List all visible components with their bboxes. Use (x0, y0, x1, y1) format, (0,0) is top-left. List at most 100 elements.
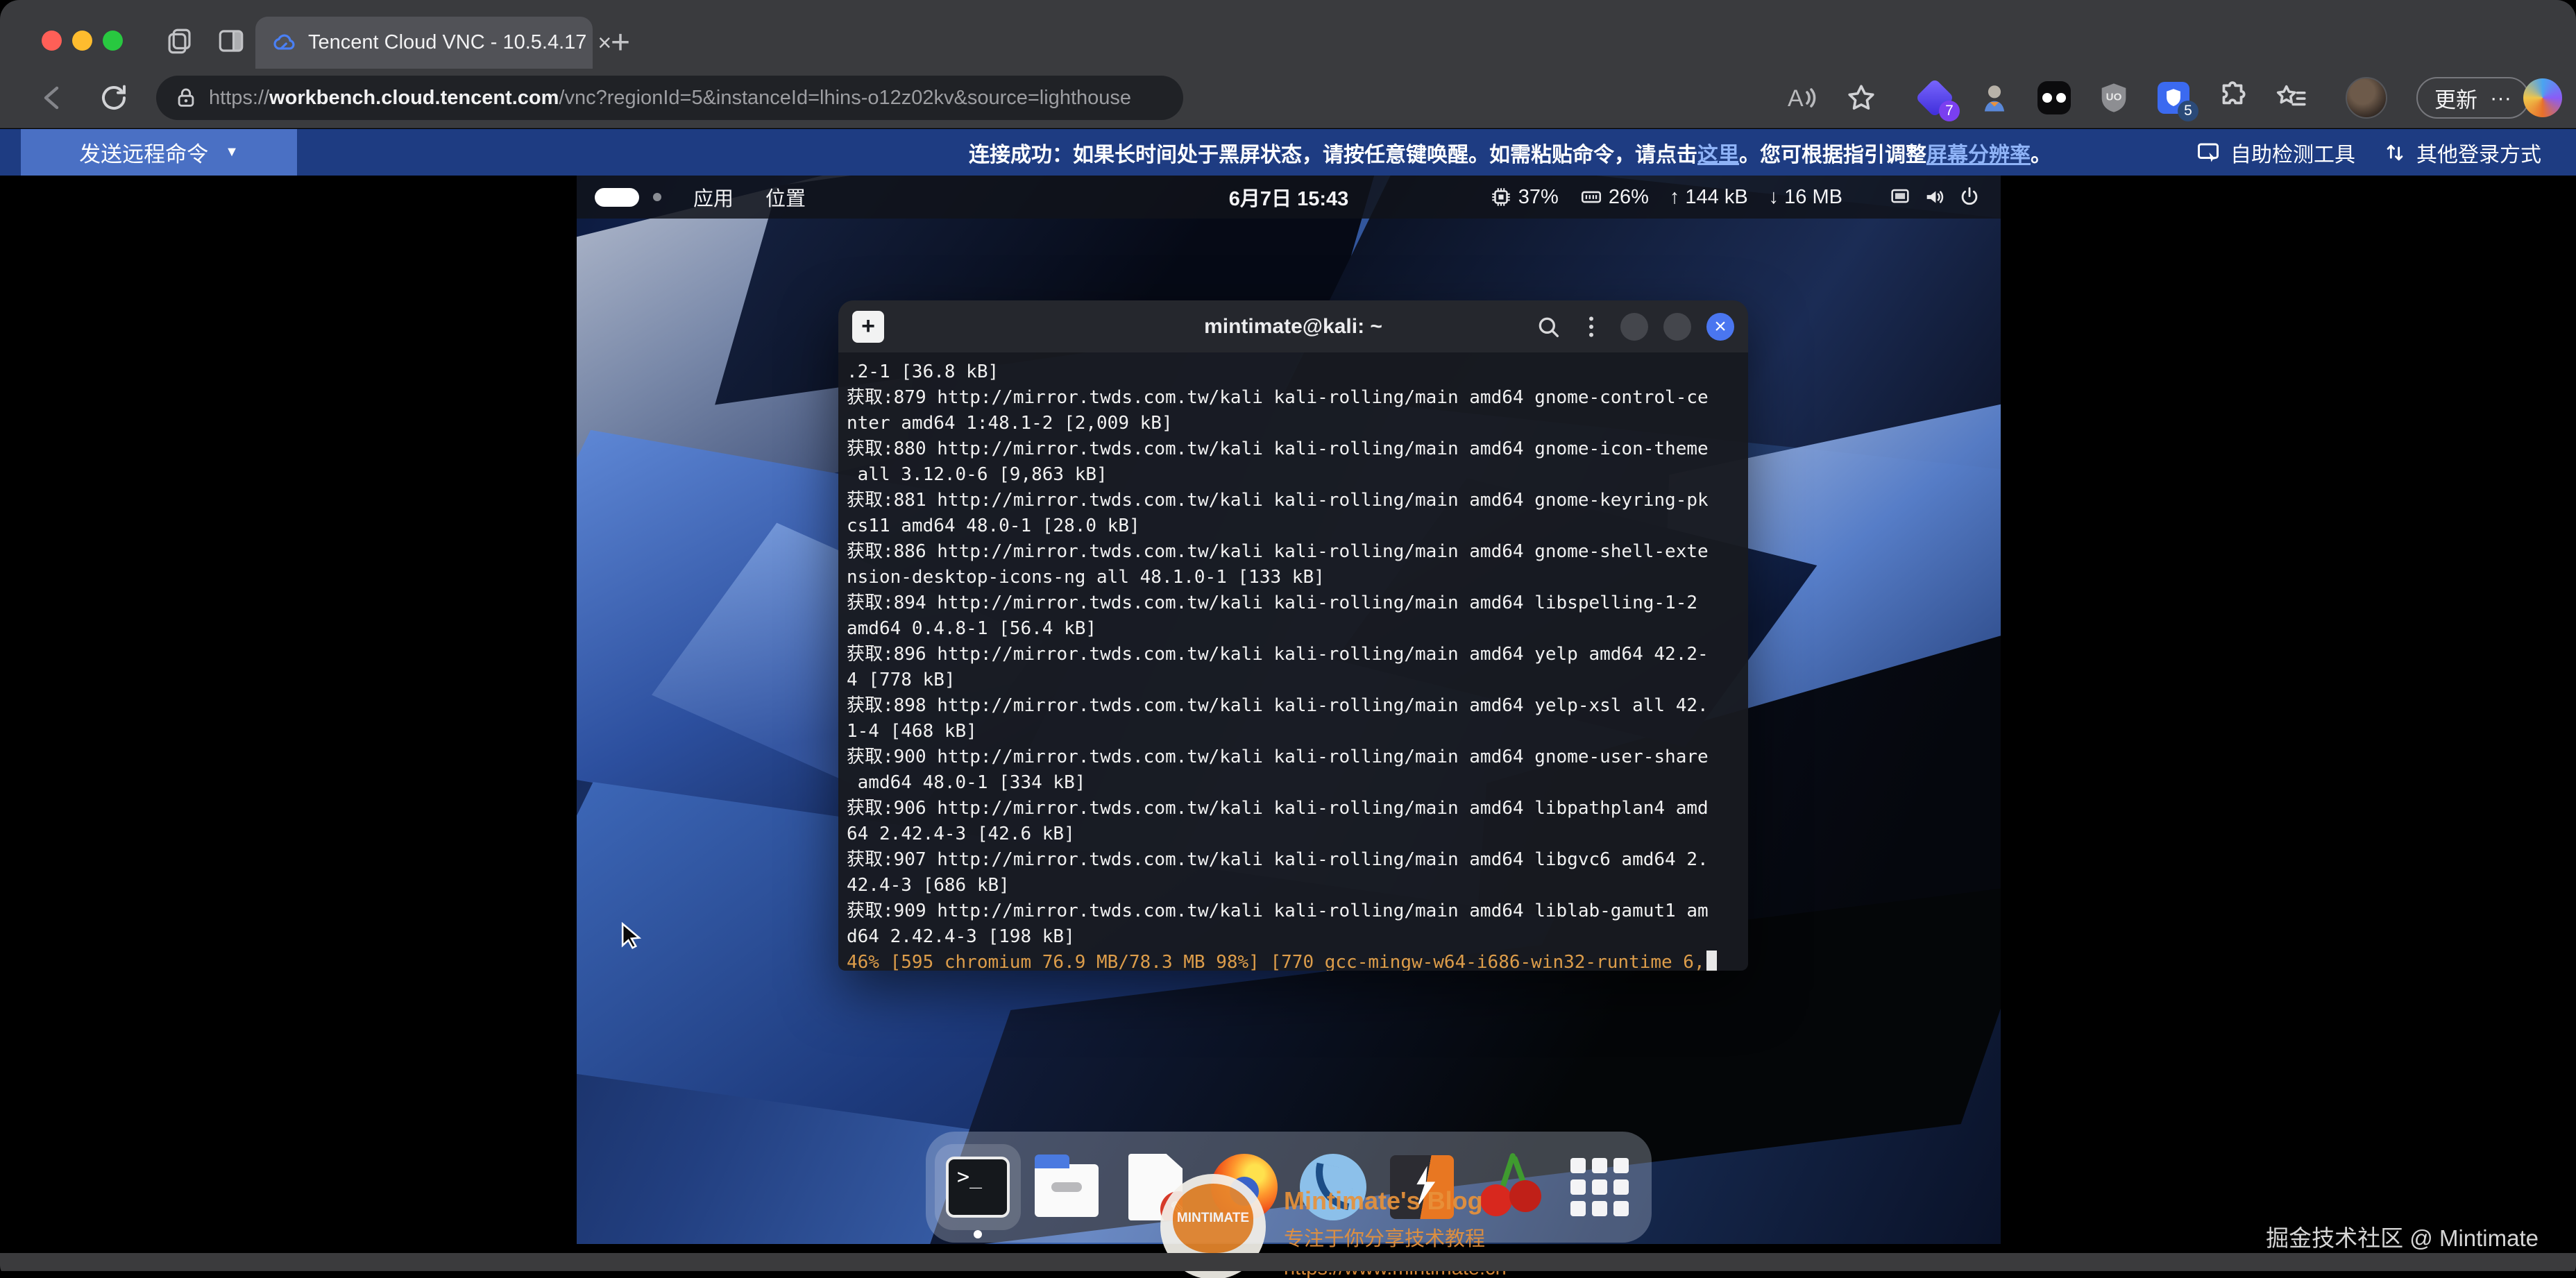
terminal-line: .2-1 [36.8 kB] (847, 359, 1740, 385)
extension-ublock-icon[interactable]: UO (2096, 80, 2132, 116)
dock-app-grid-icon[interactable] (1565, 1152, 1634, 1222)
browser-toolbar: https://workbench.cloud.tencent.com/vnc?… (0, 69, 2576, 128)
terminal-line: cs11 amd64 48.0-1 [28.0 kB] (847, 513, 1740, 539)
more-menu-icon[interactable]: ··· (2490, 85, 2511, 110)
tab-overview-icon[interactable] (165, 26, 194, 56)
workspace-dot[interactable] (653, 193, 661, 201)
menu-applications[interactable]: 应用 (693, 182, 734, 212)
close-window-button[interactable] (42, 31, 62, 51)
chevron-down-icon: ▼ (225, 144, 239, 160)
vnc-viewport[interactable]: 应用 位置 6月7日 15:43 37% 26% ↑ 144 kB ↓ (577, 176, 2001, 1244)
terminal-line: 42.4-3 [686 kB] (847, 873, 1740, 898)
net-down-indicator[interactable]: ↓ 16 MB (1769, 186, 1842, 209)
self-check-tool-button[interactable]: 自助检测工具 (2196, 137, 2355, 168)
extension-bitwarden-icon[interactable]: 5 (2155, 80, 2192, 116)
close-tab-icon[interactable]: × (598, 31, 611, 55)
terminal-line: 获取:880 http://mirror.twds.com.tw/kali ka… (847, 436, 1740, 462)
power-icon[interactable] (1958, 185, 1981, 209)
search-icon[interactable] (1534, 313, 1562, 341)
read-aloud-icon[interactable]: A (1785, 81, 1818, 114)
terminal-line: 获取:886 http://mirror.twds.com.tw/kali ka… (847, 539, 1740, 565)
watermark-title: Mintimate's Blog (1284, 1186, 1507, 1216)
menu-kebab-icon[interactable] (1577, 313, 1605, 341)
close-button[interactable]: × (1706, 313, 1734, 341)
terminal-line: amd64 0.4.8-1 [56.4 kB] (847, 616, 1740, 642)
terminal-line: 获取:909 http://mirror.twds.com.tw/kali ka… (847, 898, 1740, 924)
terminal-line: 1-4 [468 kB] (847, 719, 1740, 744)
extensions-puzzle-icon[interactable] (2215, 80, 2248, 113)
terminal-line: 获取:907 http://mirror.twds.com.tw/kali ka… (847, 847, 1740, 873)
browser-window: Tencent Cloud VNC - 10.5.4.17 × + https:… (0, 0, 2576, 1278)
terminal-titlebar[interactable]: + mintimate@kali: ~ × (838, 300, 1748, 352)
net-up-indicator[interactable]: ↑ 144 kB (1670, 186, 1748, 209)
kali-activities-pill[interactable] (595, 188, 639, 207)
update-label: 更新 (2434, 83, 2477, 114)
terminal-title: mintimate@kali: ~ (1204, 315, 1382, 339)
memory-indicator[interactable]: 26% (1579, 185, 1649, 209)
tab-bar: Tencent Cloud VNC - 10.5.4.17 × + (0, 0, 2576, 69)
collections-icon[interactable] (2273, 80, 2307, 113)
extension-monkey-icon[interactable] (1976, 80, 2012, 116)
terminal-line: 获取:894 http://mirror.twds.com.tw/kali ka… (847, 590, 1740, 616)
new-tab-button[interactable]: + (611, 24, 630, 62)
running-indicator-dot (974, 1230, 982, 1238)
paste-here-link[interactable]: 这里 (1697, 137, 1739, 168)
terminal-new-tab-icon[interactable]: + (852, 311, 884, 343)
connection-banner: 发送远程命令 ▼ 连接成功：如果长时间处于黑屏状态，请按任意键唤醒。如需粘贴命令… (0, 129, 2576, 176)
extension-badge: 5 (2178, 101, 2198, 121)
dock-files-icon[interactable] (1032, 1152, 1101, 1222)
clock[interactable]: 6月7日 15:43 (1229, 182, 1349, 212)
minimize-window-button[interactable] (72, 31, 92, 51)
dock-terminal-icon[interactable]: >_ (943, 1152, 1012, 1222)
terminal-line: 获取:900 http://mirror.twds.com.tw/kali ka… (847, 744, 1740, 770)
url-text: https://workbench.cloud.tencent.com/vnc?… (209, 87, 1131, 110)
extension-dark-icon[interactable] (2036, 80, 2072, 116)
extension-badge: 7 (1939, 101, 1960, 121)
extension-pin-icon[interactable]: 7 (1917, 80, 1953, 116)
copilot-icon[interactable] (2523, 78, 2562, 117)
terminal-line: 获取:879 http://mirror.twds.com.tw/kali ka… (847, 385, 1740, 411)
sidebar-toggle-icon[interactable] (217, 26, 246, 56)
terminal-line: nter amd64 1:48.1-2 [2,009 kB] (847, 411, 1740, 436)
tencent-cloud-favicon (271, 30, 297, 56)
cpu-indicator[interactable]: 37% (1489, 185, 1559, 209)
refresh-icon[interactable] (97, 81, 130, 114)
terminal-line: 获取:896 http://mirror.twds.com.tw/kali ka… (847, 642, 1740, 667)
send-remote-command-button[interactable]: 发送远程命令 ▼ (21, 129, 297, 176)
favorite-star-icon[interactable] (1845, 81, 1878, 114)
terminal-line: 64 2.42.4-3 [42.6 kB] (847, 821, 1740, 847)
profile-avatar[interactable] (2346, 77, 2387, 119)
address-bar[interactable]: https://workbench.cloud.tencent.com/vnc?… (156, 76, 1183, 120)
kali-top-bar: 应用 位置 6月7日 15:43 37% 26% ↑ 144 kB ↓ (577, 176, 2001, 219)
display-icon[interactable] (1888, 185, 1912, 209)
tab-title: Tencent Cloud VNC - 10.5.4.17 (308, 31, 586, 54)
terminal-line: nsion-desktop-icons-ng all 48.1.0-1 [133… (847, 565, 1740, 590)
lock-icon (174, 86, 198, 110)
menu-places[interactable]: 位置 (765, 182, 806, 212)
terminal-line: all 3.12.0-6 [9,863 kB] (847, 462, 1740, 488)
zoom-window-button[interactable] (103, 31, 123, 51)
window-bottom-edge (0, 1253, 2576, 1271)
volume-icon[interactable] (1923, 185, 1947, 209)
mouse-cursor (616, 920, 647, 951)
down-arrow-icon: ↓ (1769, 186, 1779, 209)
back-icon[interactable] (36, 81, 69, 114)
terminal-line: 4 [778 kB] (847, 667, 1740, 693)
other-login-button[interactable]: 其他登录方式 (2383, 137, 2541, 168)
connection-message: 连接成功：如果长时间处于黑屏状态，请按任意键唤醒。如需粘贴命令，请点击这里。您可… (969, 129, 2051, 176)
terminal-window[interactable]: + mintimate@kali: ~ × .2-1 [36.8 kB]获取:8… (838, 300, 1748, 971)
svg-text:A: A (1788, 85, 1804, 112)
watermark-subtitle: 专注于你分享技术教程 (1284, 1222, 1507, 1252)
up-arrow-icon: ↑ (1670, 186, 1680, 209)
resolution-link[interactable]: 屏幕分辨率 (1926, 137, 2031, 168)
terminal-line: 获取:906 http://mirror.twds.com.tw/kali ka… (847, 796, 1740, 821)
minimize-button[interactable] (1620, 313, 1648, 341)
maximize-button[interactable] (1663, 313, 1691, 341)
terminal-line: 获取:898 http://mirror.twds.com.tw/kali ka… (847, 693, 1740, 719)
active-tab[interactable]: Tencent Cloud VNC - 10.5.4.17 × (255, 17, 593, 69)
update-button[interactable]: 更新 ··· (2416, 77, 2530, 119)
terminal-output[interactable]: .2-1 [36.8 kB]获取:879 http://mirror.twds.… (838, 352, 1748, 971)
memory-icon (1579, 185, 1603, 209)
cpu-icon (1489, 185, 1513, 209)
juejin-credit: 掘金技术社区 @ Mintimate (2266, 1220, 2539, 1253)
